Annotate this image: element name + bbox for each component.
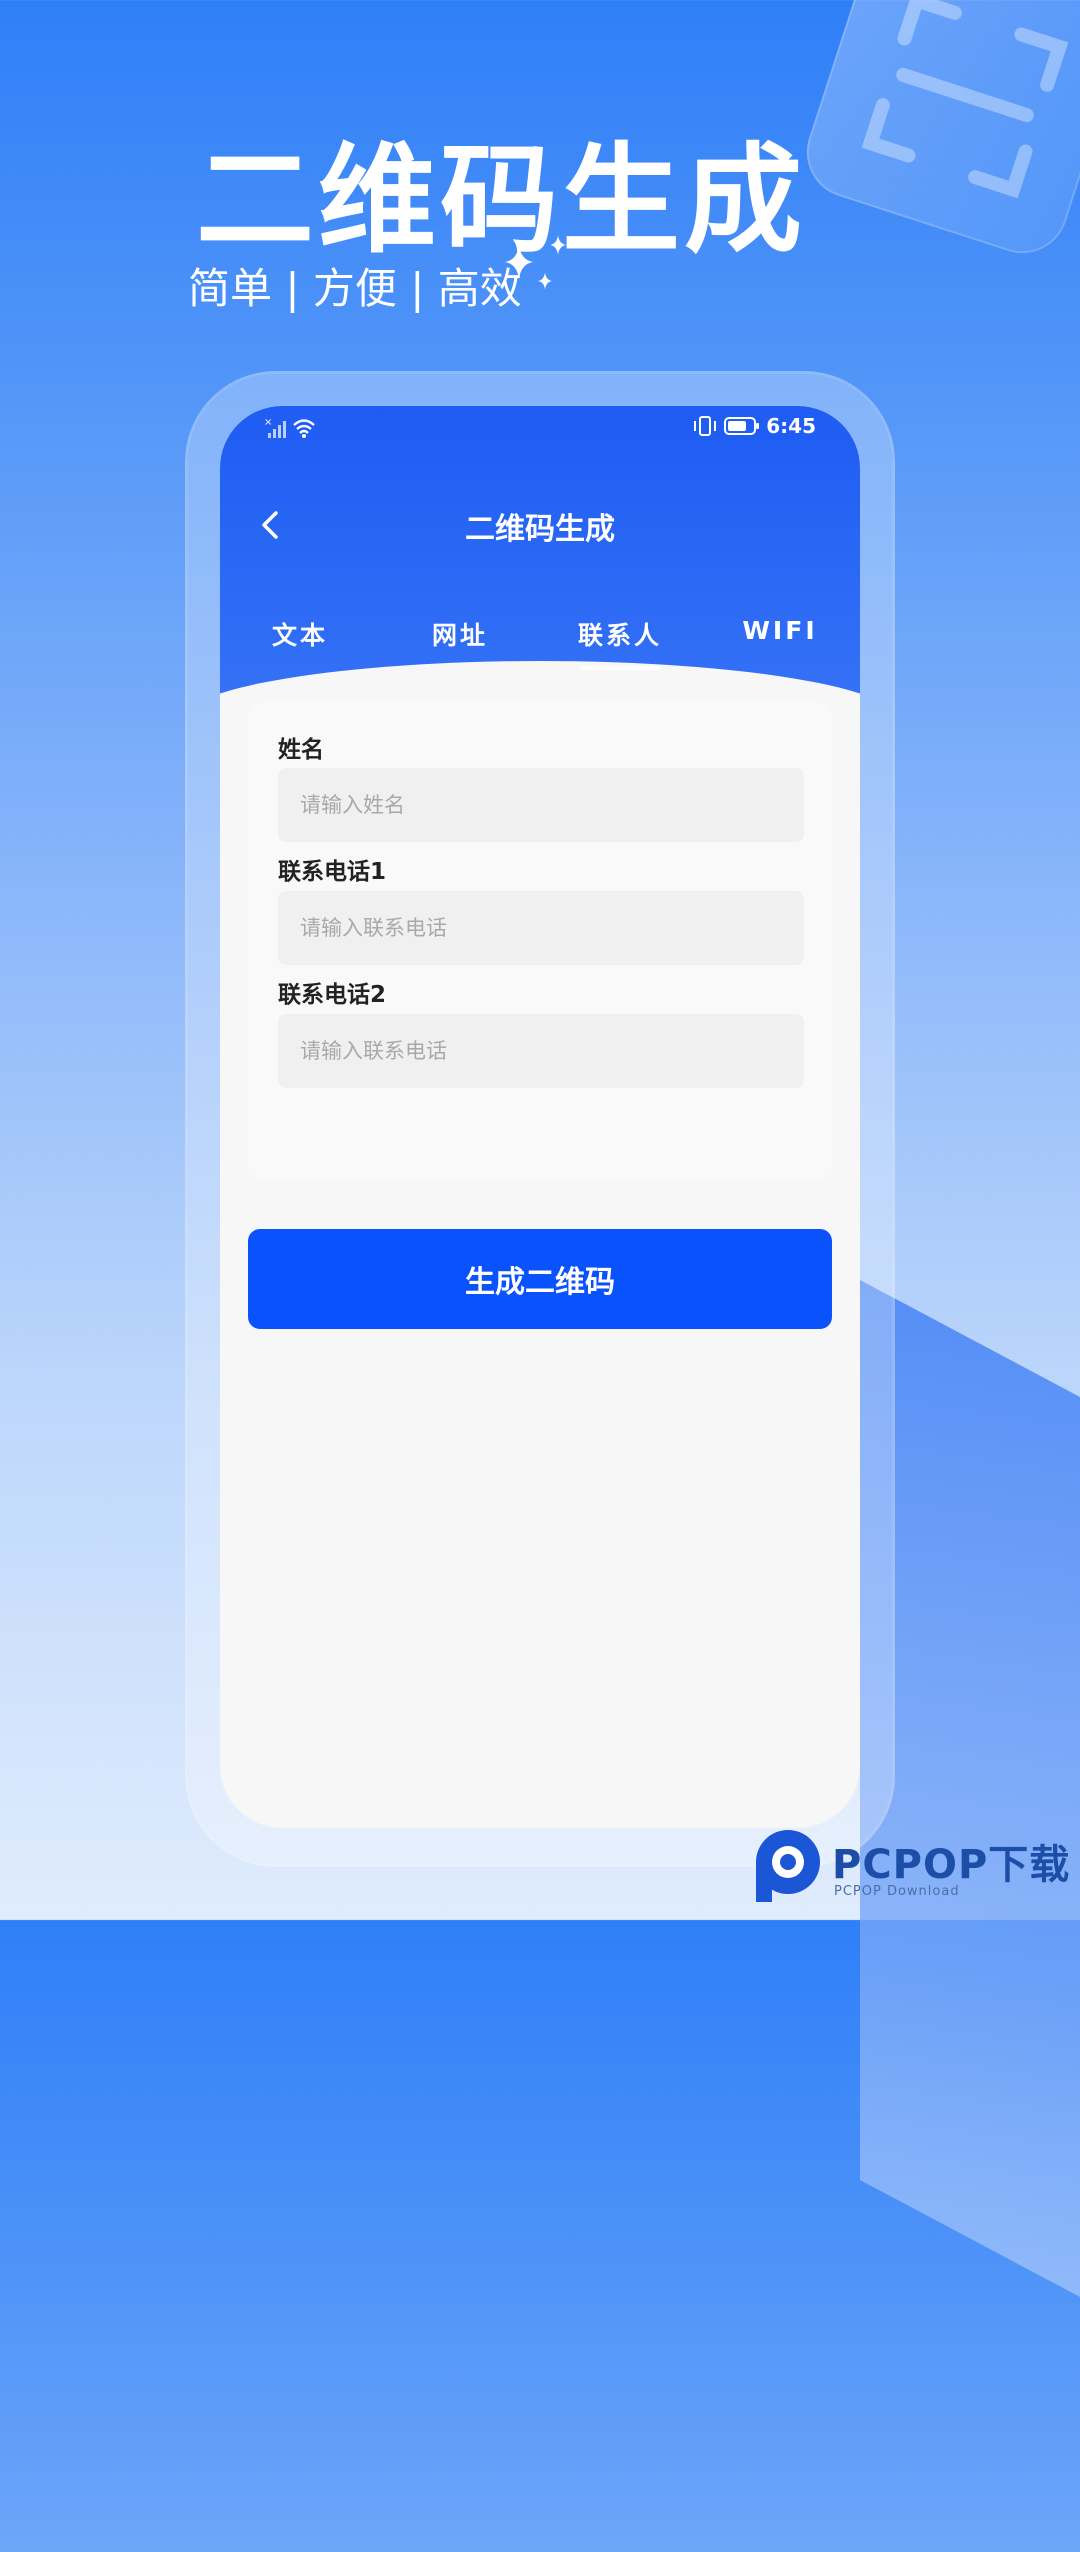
status-right: 6:45 bbox=[692, 414, 816, 438]
app-title: 二维码生成 bbox=[465, 512, 615, 547]
qr-cube-decoration bbox=[794, 0, 1080, 266]
status-bar: × 6:45 bbox=[220, 406, 860, 456]
signal-icon: × bbox=[264, 417, 286, 438]
phone2-label: 联系电话2 bbox=[278, 982, 387, 1008]
tab-contact[interactable]: 联系人 bbox=[540, 606, 700, 670]
scan-icon bbox=[861, 0, 1069, 199]
tab-text[interactable]: 文本 bbox=[220, 606, 380, 666]
wifi-icon bbox=[293, 419, 315, 438]
name-input[interactable] bbox=[278, 768, 804, 842]
tab-url[interactable]: 网址 bbox=[380, 606, 540, 666]
decorative-stripe bbox=[860, 1280, 1080, 2552]
sparkle-icon bbox=[505, 245, 533, 279]
battery-icon bbox=[724, 417, 760, 435]
watermark-subtext: PCPOP Download bbox=[834, 1884, 960, 1899]
hero-title: 二维码生成 bbox=[196, 131, 807, 269]
pcpop-logo-icon bbox=[756, 1830, 820, 1902]
contact-form: 姓名 联系电话1 联系电话2 bbox=[248, 702, 832, 1182]
watermark: PCPOP下载 PCPOP Download bbox=[750, 1826, 1080, 1916]
tab-wifi[interactable]: WIFI bbox=[700, 606, 860, 666]
phone1-label: 联系电话1 bbox=[278, 859, 387, 885]
tab-bar: 文本 网址 联系人 WIFI bbox=[220, 606, 860, 670]
phone-screen: × 6:45 二维码生成 文本 网址 联系人 WIFI 姓名 请输入姓名 联系电… bbox=[220, 406, 860, 1828]
sparkle-icon bbox=[538, 272, 552, 290]
generate-qr-button[interactable]: 生成二维码 bbox=[248, 1229, 832, 1329]
hero-subtitle: 简单 | 方便 | 高效 bbox=[188, 264, 522, 313]
vibrate-icon bbox=[694, 416, 717, 436]
phone1-input[interactable] bbox=[278, 891, 804, 965]
sparkle-icon bbox=[550, 235, 566, 255]
phone2-input[interactable] bbox=[278, 1014, 804, 1088]
status-time: 6:45 bbox=[766, 414, 816, 438]
name-label: 姓名 bbox=[278, 737, 324, 763]
status-left: × bbox=[264, 416, 320, 445]
watermark-text: PCPOP下载 bbox=[832, 1842, 1071, 1888]
svg-text:×: × bbox=[264, 417, 272, 428]
